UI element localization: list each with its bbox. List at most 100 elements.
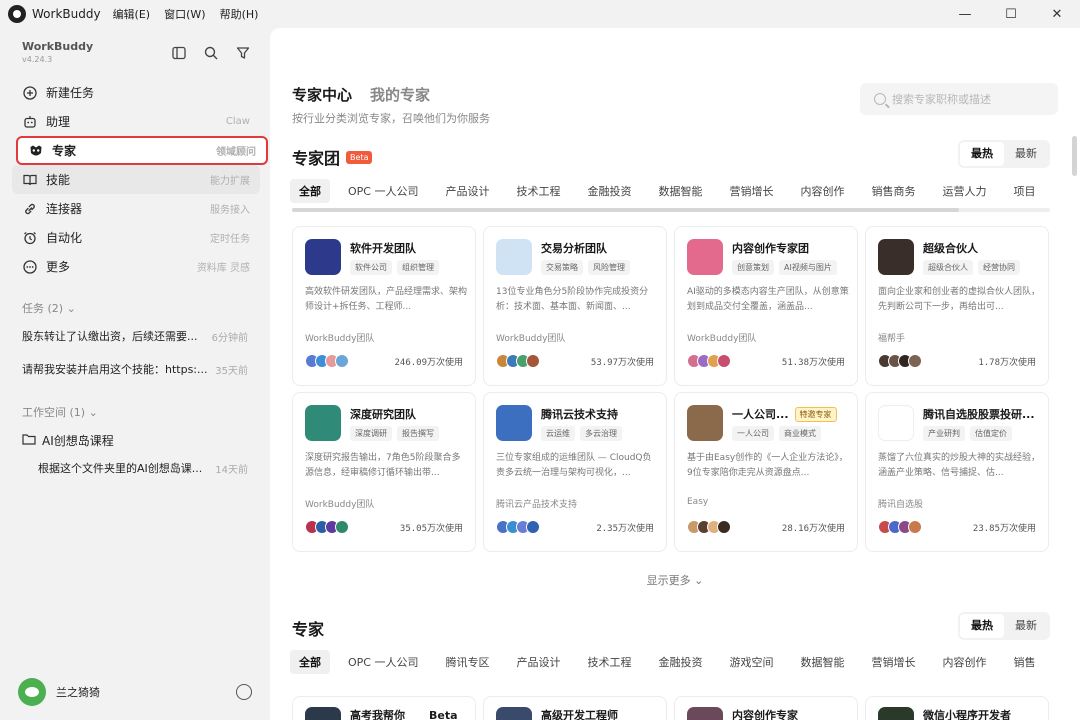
expert-team-card[interactable]: 一人公司... 特邀专家 一人公司 商业模式 基于由Easy创作的《一人企业方法论》，9…: [674, 392, 858, 552]
page-subtitle: 按行业分类浏览专家，召唤他们为你服务: [292, 112, 490, 125]
minimize-button[interactable]: —: [942, 0, 988, 28]
card-tag[interactable]: 一人公司: [732, 426, 774, 441]
expert-category-tab[interactable]: 技术工程: [578, 650, 640, 674]
close-button[interactable]: ✕: [1034, 0, 1080, 28]
team-category-tab[interactable]: 全部: [290, 179, 330, 203]
card-tag[interactable]: 商业模式: [779, 426, 821, 441]
avatar[interactable]: [18, 678, 46, 706]
horizontal-scrollbar[interactable]: [292, 208, 1050, 212]
sidebar-item-label: 更多: [46, 260, 71, 274]
tasks-header[interactable]: 任务 (2) ⌄: [22, 300, 76, 316]
user-avatars: [687, 354, 731, 368]
team-category-tab[interactable]: 销售商务: [862, 179, 924, 203]
card-tag[interactable]: 报告撰写: [397, 426, 439, 441]
team-section-header: 专家团 Beta: [292, 145, 373, 169]
sort-new-button[interactable]: 最新: [1004, 142, 1048, 166]
menu-window[interactable]: 窗口(W): [164, 6, 205, 22]
sort-hot-button[interactable]: 最热: [960, 614, 1004, 638]
workspace-header[interactable]: 工作空间 (1) ⌄: [22, 404, 98, 420]
team-category-tab[interactable]: 产品设计: [436, 179, 498, 203]
expert-team-card[interactable]: 深度研究团队 深度调研 报告撰写 深度研究报告输出，7角色5阶段聚合多源信息，经审稿修…: [292, 392, 476, 552]
expert-team-card[interactable]: 腾讯云技术支持 云运维 多云治理 三位专家组成的运维团队 — CloudQ负责多云统一…: [483, 392, 667, 552]
card-tag[interactable]: 软件公司: [350, 260, 392, 275]
team-category-tab[interactable]: OPC 一人公司: [339, 179, 427, 203]
tab-my-experts[interactable]: 我的专家: [370, 84, 430, 105]
team-category-tab[interactable]: 项目: [1004, 179, 1044, 203]
menu-edit[interactable]: 编辑(E): [113, 6, 151, 22]
expert-team-card[interactable]: 交易分析团队 交易策略 风险管理 13位专业角色分5阶段协作完成投资分析：技术面、基本…: [483, 226, 667, 386]
show-more-button[interactable]: 显示更多 ⌄: [270, 572, 1080, 588]
workspace-folder[interactable]: AI创想岛课程: [22, 432, 114, 449]
card-tag[interactable]: 经营协同: [978, 260, 1020, 275]
card-tag[interactable]: 风险管理: [588, 260, 630, 275]
task-item[interactable]: 股东转让了认缴出资，后续还需要... 6分钟前: [22, 328, 248, 344]
sidebar-item-assistant[interactable]: 助理 Claw: [12, 107, 260, 136]
filter-icon[interactable]: [234, 44, 252, 62]
card-tag[interactable]: AI视频与图片: [779, 260, 837, 275]
card-author: WorkBuddy团队: [305, 334, 375, 344]
team-category-tab[interactable]: 内容创作: [791, 179, 853, 203]
expert-category-tab[interactable]: 腾讯专区: [436, 650, 498, 674]
sidebar-item-automation[interactable]: 自动化 定时任务: [12, 223, 260, 252]
card-tag[interactable]: 深度调研: [350, 426, 392, 441]
card-tag[interactable]: 交易策略: [541, 260, 583, 275]
team-category-tab[interactable]: 数据智能: [649, 179, 711, 203]
expert-category-tab[interactable]: 内容创作: [933, 650, 995, 674]
expert-card[interactable]: 微信小程序开发者: [865, 696, 1049, 720]
workspace-task-item[interactable]: 根据这个文件夹里的AI创想岛课... 14天前: [38, 460, 248, 476]
chevron-down-icon: ⌄: [694, 574, 704, 587]
expert-card[interactable]: 高考我帮你 Beta: [292, 696, 476, 720]
sidebar-toggle-icon[interactable]: [170, 44, 188, 62]
link-icon[interactable]: [236, 684, 252, 700]
card-tag[interactable]: 估值定价: [970, 426, 1012, 441]
tab-expert-center[interactable]: 专家中心: [292, 84, 352, 105]
sidebar-item-connectors[interactable]: 连接器 服务接入: [12, 194, 260, 223]
team-category-tab[interactable]: 金融投资: [578, 179, 640, 203]
sidebar-item-expert[interactable]: 专家 领域顾问: [16, 136, 268, 165]
team-category-tab[interactable]: 营销增长: [720, 179, 782, 203]
card-tag[interactable]: 超级合伙人: [923, 260, 973, 275]
app-title: WorkBuddy: [32, 7, 101, 21]
search-input[interactable]: 搜索专家职称或描述: [860, 83, 1058, 115]
card-title: 高级开发工程师: [541, 709, 618, 720]
section-title: 专家团: [292, 149, 341, 168]
expert-card[interactable]: 高级开发工程师: [483, 696, 667, 720]
expert-category-tab[interactable]: 金融投资: [649, 650, 711, 674]
expert-team-card[interactable]: 超级合伙人 超级合伙人 经营协同 面向企业家和创业者的虚拟合伙人团队，先判断公司下一步…: [865, 226, 1049, 386]
card-tag[interactable]: 组织管理: [397, 260, 439, 275]
expert-category-tab[interactable]: 销售: [1004, 650, 1044, 674]
card-tag[interactable]: 多云治理: [580, 426, 622, 441]
team-category-tab[interactable]: 运营人力: [933, 179, 995, 203]
expert-category-tab[interactable]: 产品设计: [507, 650, 569, 674]
card-author: WorkBuddy团队: [496, 334, 566, 344]
expert-category-tab[interactable]: 营销增长: [862, 650, 924, 674]
menu-help[interactable]: 帮助(H): [220, 6, 259, 22]
card-tag[interactable]: 云运维: [541, 426, 575, 441]
expert-team-card[interactable]: 腾讯自选股股票投研... 产业研判 估值定价 蒸馏了六位真实的炒股大神的实战经验，涵盖…: [865, 392, 1049, 552]
card-tag[interactable]: 产业研判: [923, 426, 965, 441]
expert-category-tab[interactable]: 全部: [290, 650, 330, 674]
sidebar-item-more[interactable]: 更多 资料库 灵感: [12, 252, 260, 281]
vertical-scrollbar[interactable]: [1072, 136, 1077, 176]
sort-hot-button[interactable]: 最热: [960, 142, 1004, 166]
maximize-button[interactable]: ☐: [988, 0, 1034, 28]
sidebar-item-skills[interactable]: 技能 能力扩展: [12, 165, 260, 194]
expert-team-card[interactable]: 内容创作专家团 创意策划 AI视频与图片 AI驱动的多模态内容生产团队，从创意策划到成…: [674, 226, 858, 386]
team-category-tab[interactable]: 技术工程: [507, 179, 569, 203]
sort-new-button[interactable]: 最新: [1004, 614, 1048, 638]
card-title: 内容创作专家团: [732, 242, 809, 255]
search-icon[interactable]: [202, 44, 220, 62]
sidebar-item-new-task[interactable]: 新建任务: [12, 78, 260, 107]
user-avatar: [335, 520, 349, 534]
user-profile[interactable]: 兰之猗猗: [18, 678, 252, 706]
expert-category-tab[interactable]: OPC 一人公司: [339, 650, 427, 674]
plus-circle-icon: [22, 85, 38, 101]
expert-team-card[interactable]: 软件开发团队 软件公司 组织管理 高效软件研发团队，产品经理需求、架构师设计+拆任务、…: [292, 226, 476, 386]
team-avatar: [878, 405, 914, 441]
card-tag[interactable]: 创意策划: [732, 260, 774, 275]
task-item[interactable]: 请帮我安装并启用这个技能：https:... 35天前: [22, 361, 248, 377]
expert-category-tab[interactable]: 数据智能: [791, 650, 853, 674]
expert-card[interactable]: 内容创作专家: [674, 696, 858, 720]
expert-category-tab[interactable]: 游戏空间: [720, 650, 782, 674]
user-avatars: [305, 520, 349, 534]
